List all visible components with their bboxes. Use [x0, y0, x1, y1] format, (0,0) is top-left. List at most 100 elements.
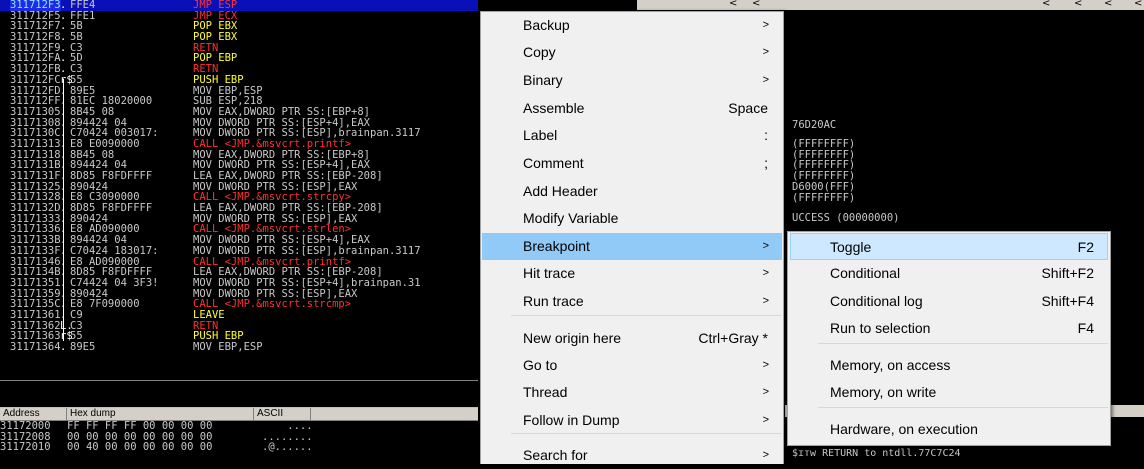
menu-item-modify-variable[interactable]: Modify Variable: [482, 205, 782, 232]
disasm-row[interactable]: 31171305. 8B45 08 MOV EAX,DWORD PTR SS:[EB…: [0, 107, 478, 118]
menu-item-hit-trace[interactable]: Hit trace >: [482, 260, 782, 287]
submenu-item-label: Memory, on write: [830, 384, 937, 400]
menu-item-label: Backup: [523, 17, 570, 33]
submenu-item-hardware-on-execution[interactable]: Hardware, on execution: [789, 416, 1109, 443]
menu-item-label: Hit trace: [523, 265, 576, 281]
menu-item-run-trace[interactable]: Run trace >: [482, 288, 782, 315]
submenu-item-label: Toggle: [830, 239, 872, 255]
registers-titlebar: < < < < < <: [637, 0, 1144, 10]
menu-item-label: Comment: [523, 155, 584, 171]
menu-item-search-for[interactable]: Search for >: [482, 442, 782, 469]
disasm-hex: C70424 183017:: [70, 244, 159, 257]
disasm-marker: .: [60, 341, 67, 353]
chevron-right-icon: >: [762, 267, 769, 279]
submenu-item-shortcut: F2: [1077, 239, 1094, 255]
submenu-item-shortcut: F4: [1077, 320, 1094, 336]
scroll-left-icon[interactable]: <: [752, 0, 760, 9]
menu-item-label: Go to: [523, 357, 558, 373]
submenu-item-run-to-selection[interactable]: Run to selection F4: [789, 315, 1109, 342]
disasm-row[interactable]: 311712FC r$ 55 PUSH EBP: [0, 75, 478, 86]
dump-col-hex[interactable]: Hex dump: [67, 408, 254, 420]
submenu-item-toggle[interactable]: Toggle F2: [790, 233, 1108, 260]
disasm-hex: C74424 04 3F3!: [70, 276, 159, 289]
chevron-right-icon: >: [762, 46, 769, 58]
menu-item-binary[interactable]: Binary >: [482, 67, 782, 94]
menu-item-new-origin-here[interactable]: New origin here Ctrl+Gray *: [482, 325, 782, 352]
chevron-right-icon: >: [762, 414, 769, 426]
submenu-item-label: Conditional: [830, 265, 901, 281]
menu-item-breakpoint[interactable]: Breakpoint >: [482, 233, 782, 260]
info-pane: [0, 380, 478, 409]
menu-item-shortcut: Space: [728, 100, 768, 116]
disasm-command: MOV EAX,DWORD PTR SS:[EBP+8]: [193, 105, 371, 118]
submenu-item-memory-on-write[interactable]: Memory, on write: [789, 379, 1109, 406]
menu-separator: [511, 433, 781, 434]
dump-pane[interactable]: Address Hex dump ASCII 31172000 FF FF FF …: [0, 408, 478, 463]
disasm-address: 3117133F: [10, 244, 61, 257]
menu-item-copy[interactable]: Copy >: [482, 39, 782, 66]
menu-item-assemble[interactable]: Assemble Space: [482, 95, 782, 122]
disasm-hex: 8B45 08: [70, 105, 115, 118]
disasm-command: MOV DWORD PTR SS:[ESP],brainpan.3117: [193, 244, 421, 257]
scroll-left-icon[interactable]: <: [1042, 0, 1050, 9]
menu-item-label: Label: [523, 127, 558, 143]
scroll-left-icon[interactable]: <: [1134, 0, 1142, 9]
menu-item-thread[interactable]: Thread >: [482, 379, 782, 406]
disasm-address: 31171364: [10, 341, 61, 353]
chevron-right-icon: >: [762, 240, 769, 252]
disasm-row[interactable]: 31171351. C74424 04 3F3! MOV DWORD PTR SS:…: [0, 278, 478, 289]
scroll-left-icon[interactable]: <: [1074, 0, 1082, 9]
menu-item-follow-in-dump[interactable]: Follow in Dump >: [482, 407, 782, 434]
disasm-address: 31171351: [10, 276, 61, 289]
menu-item-label: Modify Variable: [523, 210, 619, 226]
disasm-command: MOV EBP,ESP: [193, 341, 263, 353]
menu-item-label: Add Header: [523, 183, 598, 199]
disasm-row[interactable]: 3117133F. C70424 183017: MOV DWORD PTR SS:…: [0, 246, 478, 257]
dump-address: 31172010: [0, 441, 51, 454]
submenu-item-label: Run to selection: [830, 320, 931, 336]
disasm-hex: 89E5: [70, 341, 96, 353]
submenu-item-memory-on-access[interactable]: Memory, on access: [789, 352, 1109, 379]
menu-item-shortcut: ;: [764, 155, 768, 171]
disasm-command: MOV DWORD PTR SS:[ESP+4],brainpan.31: [193, 276, 421, 289]
disassembly-pane[interactable]: 311712F3. FFE4 JMP ESP 311712F5. FFE1 JMP ECX…: [0, 0, 478, 380]
disasm-address: 31171305: [10, 105, 61, 118]
menu-item-label: Copy: [523, 44, 556, 60]
context-menu: Backup > Copy > Binary > Assemble Space Label: Co…: [480, 11, 784, 464]
submenu-item-conditional-log[interactable]: Conditional log Shift+F4: [789, 288, 1109, 315]
dump-rows: 31172000 FF FF FF FF 00 00 00 00 .... 3117…: [0, 421, 478, 453]
submenu-item-conditional[interactable]: Conditional Shift+F2: [789, 260, 1109, 287]
dump-row[interactable]: 31172010 00 40 00 00 00 00 00 00 .@......: [0, 442, 478, 453]
menu-item-label: Run trace: [523, 293, 584, 309]
scroll-left-icon[interactable]: <: [729, 0, 737, 9]
menu-item-shortcut: :: [764, 127, 768, 143]
menu-item-label: Thread: [523, 384, 568, 400]
menu-separator: [511, 315, 781, 316]
menu-separator: [818, 407, 1108, 408]
dump-hex: 00 40 00 00 00 00 00 00: [67, 441, 213, 454]
function-bracket: [63, 79, 68, 341]
menu-separator: [818, 343, 1108, 344]
disasm-row[interactable]: 31171364. 89E5 MOV EBP,ESP: [0, 342, 478, 353]
menu-item-comment[interactable]: Comment;: [482, 150, 782, 177]
menu-item-go-to[interactable]: Go to >: [482, 352, 782, 379]
register-value: UCCESS (00000000): [792, 212, 900, 224]
menu-item-label: Assemble: [523, 100, 585, 116]
disasm-hex: 55: [70, 73, 83, 86]
menu-item-label: Binary: [523, 72, 563, 88]
submenu-item-label: Conditional log: [830, 293, 923, 309]
breakpoint-submenu: Toggle F2 Conditional Shift+F2 Conditional l…: [787, 231, 1111, 446]
menu-item-add-header[interactable]: Add Header: [482, 178, 782, 205]
disasm-command: PUSH EBP: [193, 73, 244, 86]
dump-col-ascii[interactable]: ASCII: [254, 408, 311, 420]
scroll-left-icon[interactable]: <: [1104, 0, 1112, 9]
menu-item-backup[interactable]: Backup >: [482, 12, 782, 39]
submenu-item-label: Memory, on access: [830, 357, 951, 373]
menu-item-label[interactable]: Label:: [482, 122, 782, 149]
menu-item-label: Breakpoint: [523, 238, 590, 254]
submenu-item-shortcut: Shift+F2: [1041, 265, 1094, 281]
menu-item-label: Search for: [523, 447, 588, 463]
chevron-right-icon: >: [762, 449, 769, 461]
dump-col-address[interactable]: Address: [0, 408, 67, 420]
menu-item-label: New origin here: [523, 330, 622, 346]
